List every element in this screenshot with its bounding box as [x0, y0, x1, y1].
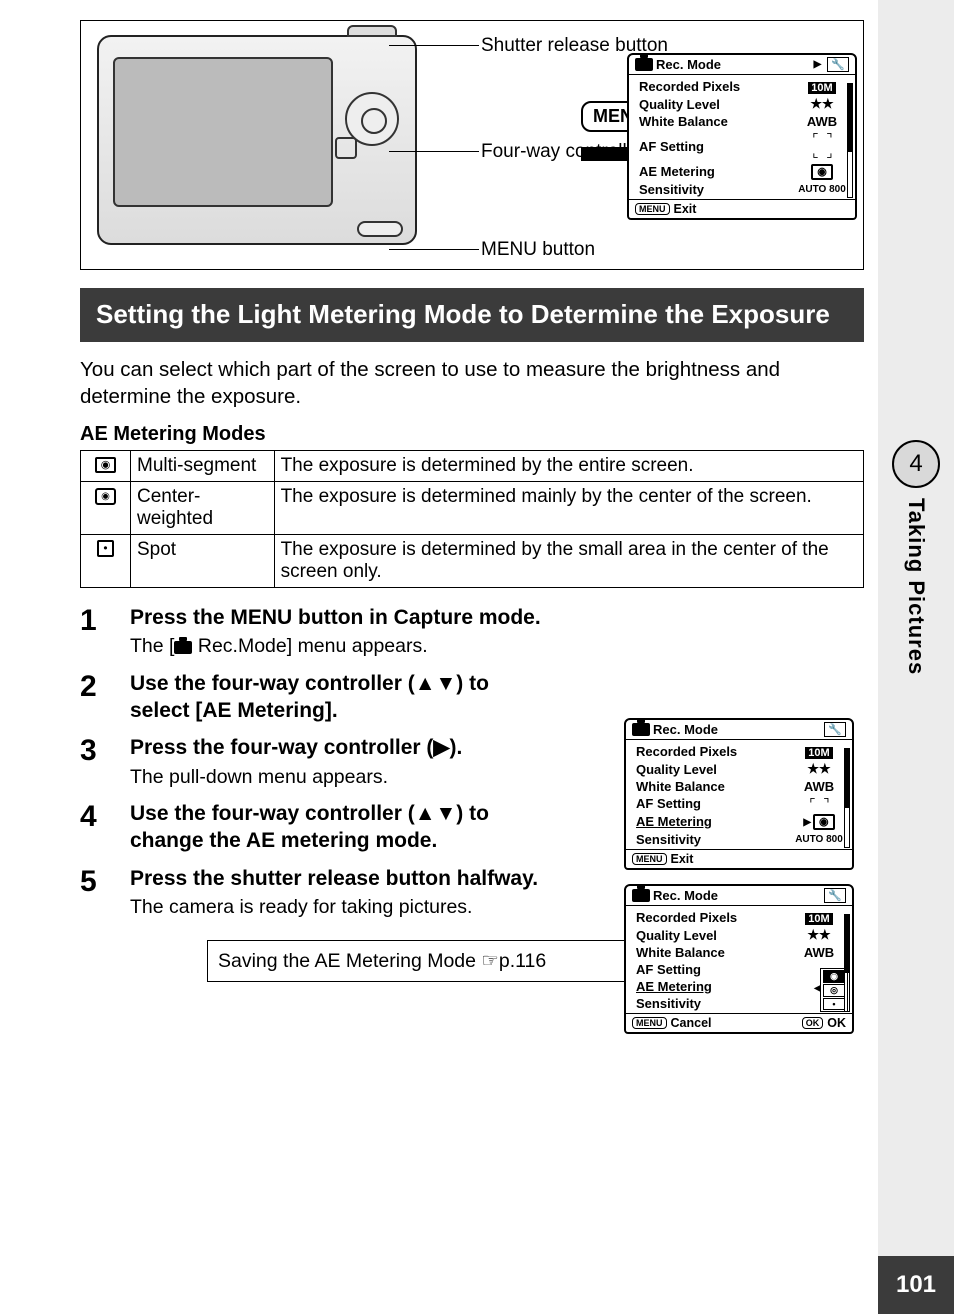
camera-menu-button [357, 221, 403, 237]
camera-fourway-controller [345, 92, 399, 146]
camera-icon [632, 723, 650, 736]
wb-value: AWB [795, 114, 849, 129]
section-title-bar: Setting the Light Metering Mode to Deter… [80, 288, 864, 342]
lcd-row-recorded-pixels: Recorded Pixels [639, 79, 785, 94]
chapter-side-tab: 4 Taking Pictures [878, 440, 954, 760]
lcd-panel-step4: Rec. Mode 🔧 Recorded Pixels10M Quality L… [624, 884, 854, 1034]
lcd-row-af: AF Setting [639, 139, 785, 154]
lcd-panel-step2: Rec. Mode 🔧 Recorded Pixels10M Quality L… [624, 718, 854, 870]
ae-modes-heading: AE Metering Modes [80, 423, 864, 446]
camera-rear-screen [113, 57, 333, 207]
ae-metering-selected-row: AE Metering [636, 814, 782, 829]
chapter-number-badge: 4 [892, 440, 940, 488]
step-1: 1 Press the MENU button in Capture mode.… [80, 604, 864, 660]
tab-arrow-icon: ▶ [814, 59, 822, 70]
lcd-row-wb: White Balance [639, 114, 785, 129]
dropdown-option-spot: • [823, 998, 845, 1010]
camera-icon [632, 889, 650, 902]
lcd-scrollbar [847, 83, 853, 198]
camera-playback-button [335, 137, 357, 159]
mode-desc: The exposure is determined by the entire… [274, 451, 863, 482]
ae-metering-selected-row: AE Metering [636, 979, 782, 994]
callout-menu-label: MENU button [481, 239, 595, 260]
dropdown-option-multi: ◉ [823, 970, 845, 983]
lcd-exit-label: Exit [674, 202, 697, 216]
af-value: ⌜ ⌝⌞ ⌟ [795, 131, 849, 161]
quality-value: ★★ [795, 96, 849, 112]
multi-segment-icon [81, 451, 131, 482]
camera-shutter-button [347, 25, 397, 37]
camera-diagram-box: Shutter release button Four-way controll… [80, 20, 864, 270]
ae-modes-table: Multi-segment The exposure is determined… [80, 450, 864, 588]
camera-icon [174, 641, 192, 654]
step-head: Use the four-way controller (▲▼) to chan… [130, 800, 550, 855]
step-sub: The pull-down menu appears. [130, 764, 550, 790]
lcd-tab-recmode: Rec. Mode [656, 57, 721, 72]
right-lcd-column: Rec. Mode 🔧 Recorded Pixels10M Quality L… [624, 718, 862, 1048]
chapter-title-vertical: Taking Pictures [903, 498, 929, 675]
step-number: 3 [80, 734, 108, 768]
ae-value [795, 163, 849, 180]
mode-name: Spot [131, 535, 275, 588]
sensitivity-value: AUTO 800 [795, 184, 849, 195]
step-head: Press the four-way controller (▶). [130, 734, 550, 761]
step-number: 4 [80, 800, 108, 834]
table-row: Center-weighted The exposure is determin… [81, 482, 864, 535]
step-head: Press the MENU button in Capture mode. [130, 604, 864, 631]
recorded-pixels-value: 10M [808, 82, 835, 94]
step-number: 5 [80, 865, 108, 899]
page-number: 101 [878, 1256, 954, 1314]
callout-menu: MENU button [481, 239, 681, 261]
camera-illustration [97, 35, 417, 245]
menu-box-icon: MENU [635, 203, 670, 215]
table-row: Spot The exposure is determined by the s… [81, 535, 864, 588]
step-head: Press the shutter release button halfway… [130, 865, 550, 892]
step-head: Use the four-way controller (▲▼) to sele… [130, 670, 550, 725]
step-2: 2 Use the four-way controller (▲▼) to se… [80, 670, 864, 725]
lcd-row-ae: AE Metering [639, 164, 785, 179]
spot-icon [81, 535, 131, 588]
mode-desc: The exposure is determined by the small … [274, 535, 863, 588]
mode-desc: The exposure is determined mainly by the… [274, 482, 863, 535]
lcd-footer: MENU Exit [629, 199, 855, 218]
dropdown-option-center: ◎ [823, 984, 845, 997]
lcd-tab-setup: 🔧 [824, 722, 846, 737]
camera-icon [635, 58, 653, 71]
intro-paragraph: You can select which part of the screen … [80, 356, 864, 411]
table-row: Multi-segment The exposure is determined… [81, 451, 864, 482]
lcd-tab-setup: 🔧 [824, 888, 846, 903]
step-number: 1 [80, 604, 108, 638]
lcd-row-quality: Quality Level [639, 97, 785, 112]
mode-name: Center-weighted [131, 482, 275, 535]
lcd-panel-top: Rec. Mode ▶ 🔧 Recorded Pixels 10M Qualit… [627, 53, 857, 220]
lcd-body: Recorded Pixels 10M Quality Level ★★ Whi… [629, 75, 855, 199]
lcd-tabbar: Rec. Mode ▶ 🔧 [629, 55, 855, 75]
step-sub: The [ Rec.Mode] menu appears. [130, 633, 864, 659]
center-weighted-icon [81, 482, 131, 535]
mode-name: Multi-segment [131, 451, 275, 482]
lcd-row-sens: Sensitivity [639, 182, 785, 197]
lcd-tab-setup: 🔧 [827, 57, 849, 72]
step-sub: The camera is ready for taking pictures. [130, 894, 550, 920]
step-number: 2 [80, 670, 108, 704]
